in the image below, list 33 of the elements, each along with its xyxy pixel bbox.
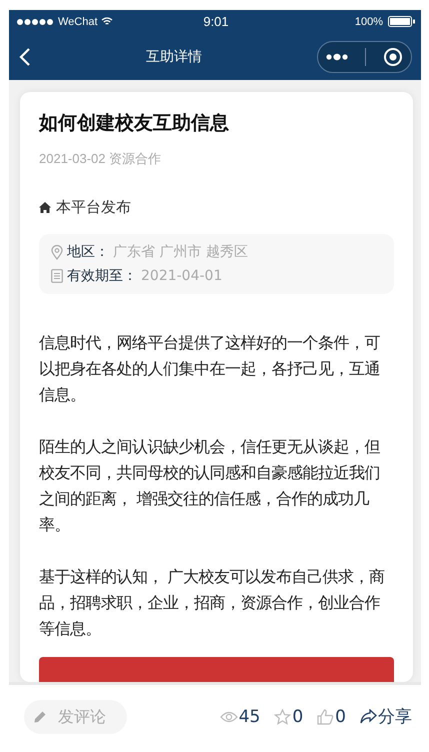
comment-input[interactable]: 发评论 <box>58 707 118 726</box>
home-icon <box>39 202 51 213</box>
battery-percent: 100% <box>354 16 383 28</box>
stat-count: 0 <box>292 706 304 726</box>
info-value: 2021-04-01 <box>141 268 222 284</box>
publisher-label: 本平台发布 <box>56 198 131 217</box>
comment-field[interactable]: 发评论 <box>24 700 127 734</box>
info-label: 地区： <box>67 243 109 261</box>
location-pin-icon <box>51 244 63 260</box>
stat-count: 0 <box>335 706 346 726</box>
body-paragraph: 信息时代，网络平台提供了这样好的一个条件，可以把身在各处的人们集中在一起，各抒己见，互通信息。 <box>39 332 381 406</box>
share-icon[interactable] <box>360 709 377 724</box>
body-paragraph: 陌生的人之间认识缺少机会，信任更无从谈起，但校友不同，共同母校的认同感和自豪感能拉近我们之间的距离， 增强交往的信任感，合作的成功几率。 <box>39 436 381 536</box>
signal-icon <box>17 18 55 24</box>
post-title: 如何创建校友互助信息 <box>39 111 230 136</box>
info-value: 广东省 广州市 越秀区 <box>113 243 248 261</box>
more-icon[interactable] <box>326 52 348 60</box>
back-icon[interactable] <box>19 46 31 66</box>
page-title: 互助详情 <box>146 48 202 66</box>
post-meta: 2021-03-02 资源合作 <box>39 150 162 168</box>
info-label: 有效期至： <box>67 267 137 285</box>
carrier-name: WeChat <box>58 16 98 28</box>
thumb-up-icon[interactable] <box>317 708 334 724</box>
document-icon <box>51 269 63 283</box>
close-icon[interactable] <box>382 46 403 66</box>
status-time: 9:01 <box>203 14 229 29</box>
star-icon[interactable] <box>274 708 292 724</box>
wifi-icon <box>100 17 113 26</box>
battery-icon <box>388 16 415 27</box>
pencil-icon <box>34 710 46 722</box>
stat-count: 分享 <box>378 706 412 728</box>
body-paragraph: 基于这样的认知， 广大校友可以发布自己供求，商品，招聘求职，企业，招商，资源合作，创业合作等信息。 <box>39 566 386 640</box>
stat-count: 45 <box>238 706 260 726</box>
